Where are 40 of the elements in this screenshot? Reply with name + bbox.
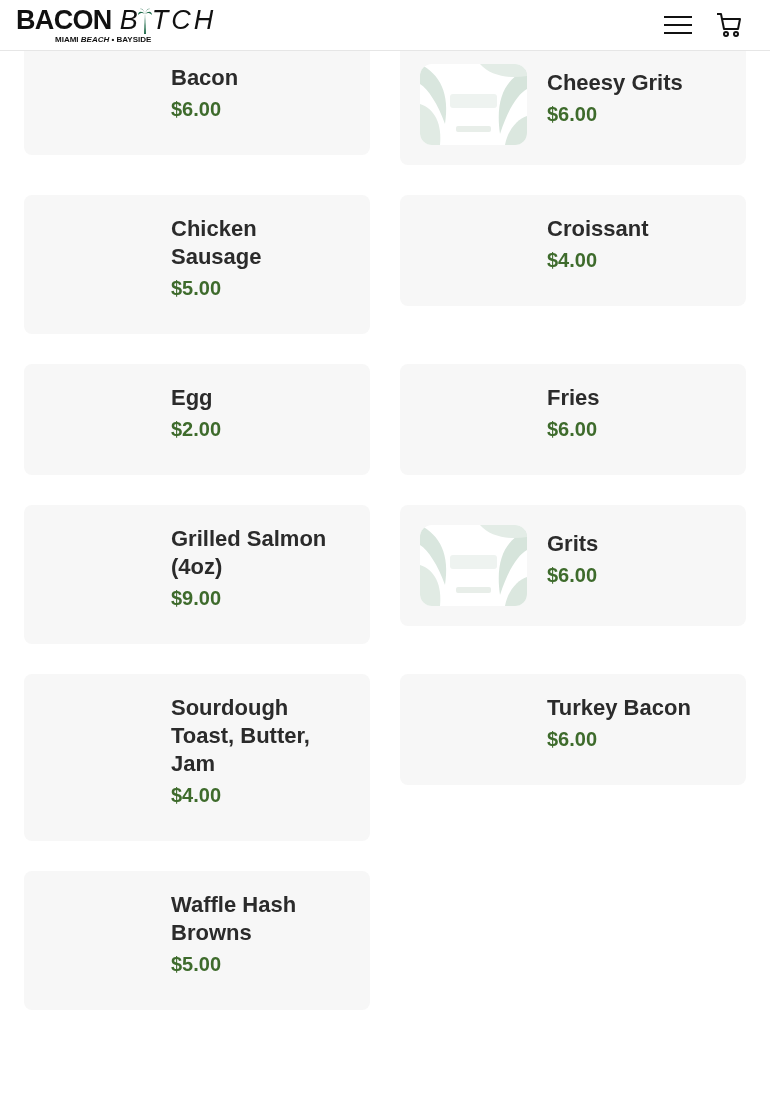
logo-text: TCH	[151, 6, 217, 34]
item-name: Grits	[547, 530, 600, 558]
menu-item-card[interactable]: Cheesy Grits $6.00	[400, 51, 746, 165]
item-price: $4.00	[547, 248, 599, 273]
item-name: Waffle Hash Browns	[171, 891, 298, 947]
menu-item-card[interactable]: Croissant $4.00	[400, 195, 746, 306]
item-name: Chicken Sausage	[171, 215, 263, 271]
menu-item-card[interactable]: Bacon $6.00	[24, 51, 370, 155]
logo-text: BACON	[16, 6, 112, 34]
item-name: Egg	[171, 384, 214, 412]
item-name: Croissant	[547, 215, 650, 243]
logo-text: B	[119, 6, 138, 34]
item-price: $4.00	[171, 783, 223, 808]
item-price: $9.00	[171, 586, 223, 611]
menu-item-card[interactable]: Chicken Sausage $5.00	[24, 195, 370, 334]
item-price: $5.00	[171, 276, 223, 301]
menu-item-card[interactable]: Egg $2.00	[24, 364, 370, 475]
menu-item-card[interactable]: Sourdough Toast, Butter, Jam $4.00	[24, 674, 370, 841]
logo-tagline: MIAMI BEACH • BAYSIDE	[55, 35, 152, 44]
menu-item-card[interactable]: Fries $6.00	[400, 364, 746, 475]
item-name: Cheesy Grits	[547, 69, 684, 97]
item-price: $6.00	[547, 417, 599, 442]
item-price: $6.00	[547, 102, 599, 127]
item-price: $6.00	[547, 563, 599, 588]
item-name: Grilled Salmon (4oz)	[171, 525, 328, 581]
item-name: Sourdough Toast, Butter, Jam	[171, 694, 311, 778]
cart-icon[interactable]	[716, 12, 742, 38]
logo[interactable]: BACON B TCH MIAMI BEACH • BAYSIDE	[16, 6, 217, 44]
item-name: Bacon	[171, 64, 240, 92]
menu-item-card[interactable]: Grilled Salmon (4oz) $9.00	[24, 505, 370, 644]
menu-item-card[interactable]: Grits $6.00	[400, 505, 746, 626]
item-price: $5.00	[171, 952, 223, 977]
item-name: Fries	[547, 384, 601, 412]
menu-item-card[interactable]: Turkey Bacon $6.00	[400, 674, 746, 785]
item-price: $6.00	[171, 97, 223, 122]
menu-icon[interactable]	[664, 13, 692, 37]
item-price: $2.00	[171, 417, 223, 442]
item-price: $6.00	[547, 727, 599, 752]
menu-item-card[interactable]: Waffle Hash Browns $5.00	[24, 871, 370, 1010]
item-name: Turkey Bacon	[547, 694, 692, 722]
